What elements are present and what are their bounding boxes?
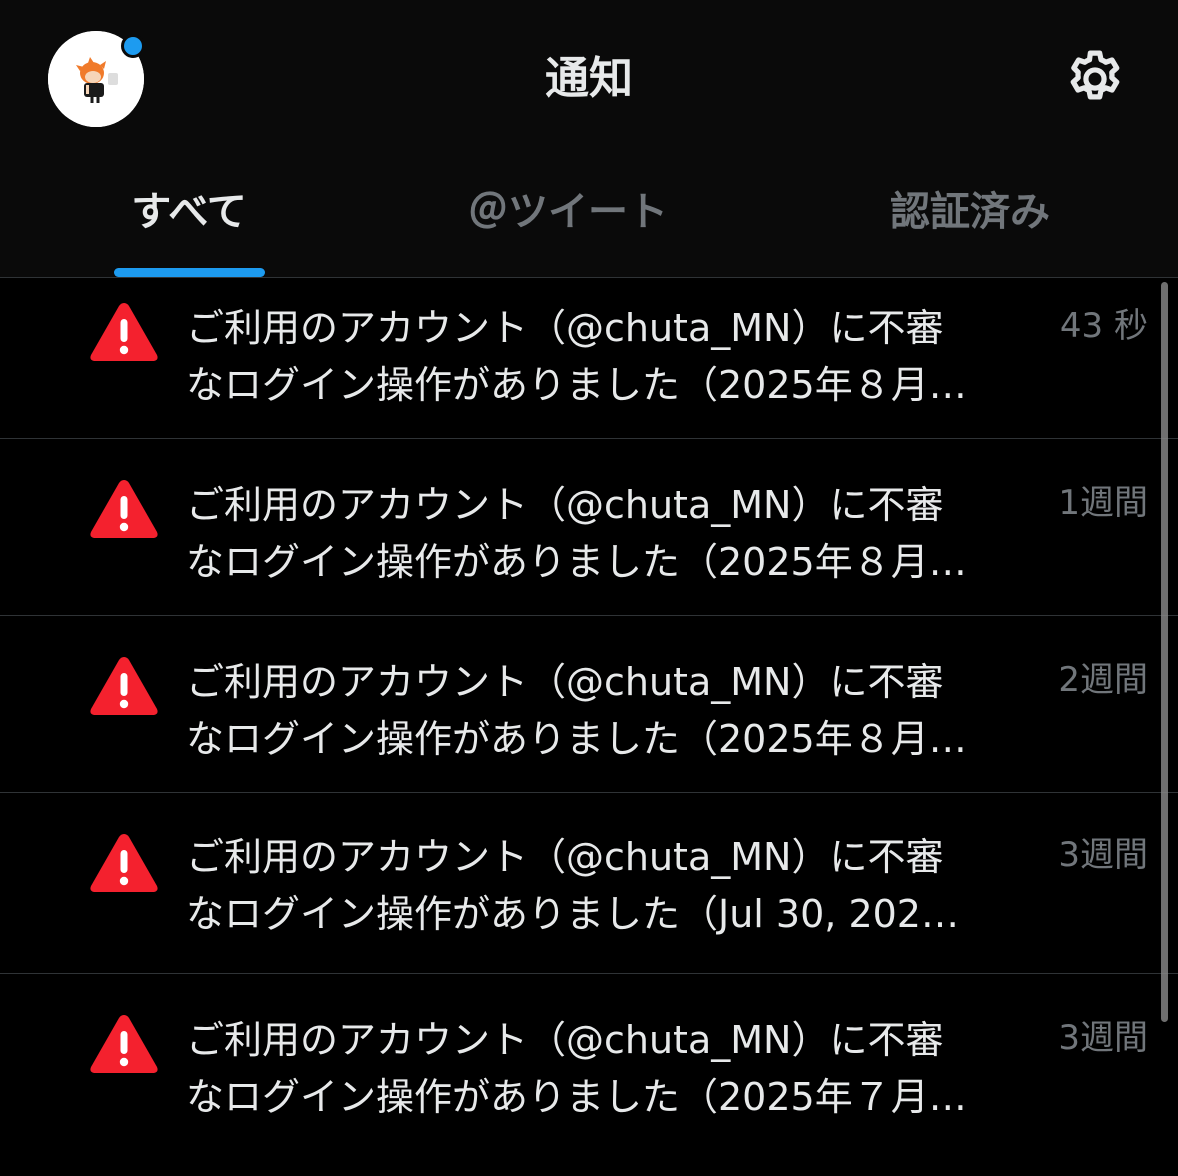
- notification-time: 2週間: [1058, 660, 1148, 700]
- notification-item[interactable]: ご利用のアカウント（@chuta_MN）に不審 なログイン操作がありました（20…: [0, 974, 1178, 1174]
- notification-item[interactable]: ご利用のアカウント（@chuta_MN）に不審 なログイン操作がありました（20…: [0, 278, 1178, 439]
- notification-line-2: なログイン操作がありました（2025年８月…: [186, 717, 967, 761]
- notification-item[interactable]: ご利用のアカウント（@chuta_MN）に不審 なログイン操作がありました（20…: [0, 616, 1178, 793]
- notification-time: 3週間: [1058, 1018, 1148, 1058]
- notification-line-1: ご利用のアカウント（@chuta_MN）に不審: [186, 306, 944, 350]
- notification-line-1: ご利用のアカウント（@chuta_MN）に不審: [186, 660, 944, 704]
- warning-icon: [90, 1015, 158, 1073]
- notification-line-1: ご利用のアカウント（@chuta_MN）に不審: [186, 835, 944, 879]
- notification-line-2: なログイン操作がありました（2025年８月…: [186, 363, 967, 407]
- notification-text: ご利用のアカウント（@chuta_MN）に不審 なログイン操作がありました（20…: [186, 300, 1036, 414]
- notification-line-2: なログイン操作がありました（2025年７月…: [186, 1075, 967, 1119]
- notification-text: ご利用のアカウント（@chuta_MN）に不審 なログイン操作がありました（20…: [186, 477, 1036, 591]
- tab-bar: すべて ＠ツイート 認証済み: [0, 160, 1178, 278]
- settings-button[interactable]: [1062, 46, 1128, 112]
- tab-tweets[interactable]: ＠ツイート: [418, 160, 718, 278]
- active-tab-indicator: [114, 268, 265, 277]
- notification-text: ご利用のアカウント（@chuta_MN）に不審 なログイン操作がありました（20…: [186, 1012, 1036, 1126]
- notification-line-2: なログイン操作がありました（2025年８月…: [186, 540, 967, 584]
- scrollbar[interactable]: [1161, 282, 1168, 1022]
- notification-line-1: ご利用のアカウント（@chuta_MN）に不審: [186, 1018, 944, 1062]
- warning-icon: [90, 303, 158, 361]
- notification-line-2: なログイン操作がありました（Jul 30, 202…: [186, 892, 959, 936]
- notification-list: ご利用のアカウント（@chuta_MN）に不審 なログイン操作がありました（20…: [0, 278, 1178, 1174]
- notification-line-1: ご利用のアカウント（@chuta_MN）に不審: [186, 483, 944, 527]
- tab-verified[interactable]: 認証済み: [850, 160, 1090, 278]
- notification-text: ご利用のアカウント（@chuta_MN）に不審 なログイン操作がありました（Ju…: [186, 829, 1036, 943]
- header: 通知 すべて ＠ツイート 認証済み: [0, 0, 1178, 278]
- gear-icon: [1070, 50, 1120, 100]
- warning-icon: [90, 834, 158, 892]
- notification-time: 1週間: [1058, 483, 1148, 523]
- notification-item[interactable]: ご利用のアカウント（@chuta_MN）に不審 なログイン操作がありました（20…: [0, 439, 1178, 616]
- page-title: 通知: [545, 53, 633, 104]
- notification-text: ご利用のアカウント（@chuta_MN）に不審 なログイン操作がありました（20…: [186, 654, 1036, 768]
- notification-item[interactable]: ご利用のアカウント（@chuta_MN）に不審 なログイン操作がありました（Ju…: [0, 793, 1178, 974]
- notification-time: 3週間: [1058, 835, 1148, 875]
- tab-all[interactable]: すべて: [60, 160, 318, 278]
- warning-icon: [90, 657, 158, 715]
- warning-icon: [90, 480, 158, 538]
- notification-time: 43 秒: [1059, 306, 1148, 346]
